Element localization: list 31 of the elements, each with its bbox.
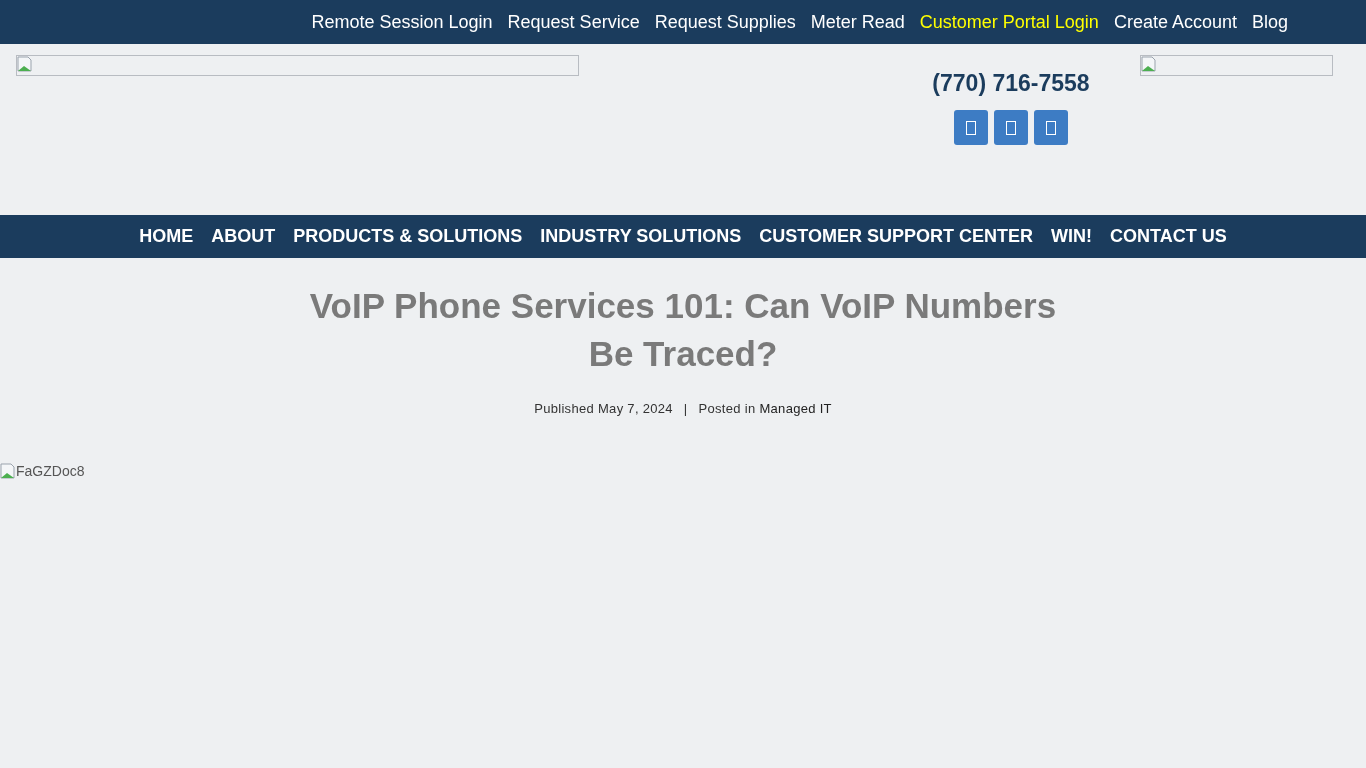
category-link[interactable]: Managed IT — [759, 401, 832, 416]
nav-link[interactable]: WIN! — [1051, 226, 1092, 247]
nav-link[interactable]: PRODUCTS & SOLUTIONS — [293, 226, 523, 247]
phone-number: (770) 716-7558 — [932, 70, 1090, 97]
publish-date: May 7, 2024 — [598, 401, 673, 416]
published-label: Published — [534, 401, 594, 416]
social-button[interactable] — [954, 110, 988, 145]
image-alt-text: FaGZDoc8 — [16, 463, 85, 479]
broken-image-icon — [0, 463, 16, 479]
top-link[interactable]: Meter Read — [810, 11, 905, 33]
social-button[interactable] — [1034, 110, 1068, 145]
top-link[interactable]: Request Supplies — [654, 11, 796, 33]
broken-image-icon — [17, 56, 33, 72]
square-icon — [966, 120, 976, 135]
article-title: VoIP Phone Services 101: Can VoIP Numbers Be Traced? — [308, 285, 1058, 375]
nav-link[interactable]: INDUSTRY SOLUTIONS — [540, 226, 742, 247]
top-link[interactable]: Blog — [1251, 11, 1288, 33]
top-link[interactable]: Customer Portal Login — [919, 11, 1099, 33]
square-icon — [1006, 120, 1016, 135]
nav-link[interactable]: HOME — [139, 226, 194, 247]
separator: | — [683, 401, 688, 416]
top-link[interactable]: Remote Session Login — [311, 11, 493, 33]
nav-link[interactable]: CUSTOMER SUPPORT CENTER — [759, 226, 1034, 247]
nav-link[interactable]: CONTACT US — [1110, 226, 1227, 247]
top-link[interactable]: Request Service — [507, 11, 640, 33]
nav-link[interactable]: ABOUT — [211, 226, 276, 247]
top-link[interactable]: Create Account — [1113, 11, 1237, 33]
posted-label: Posted in — [698, 401, 756, 416]
broken-image-icon — [1141, 56, 1157, 72]
square-icon — [1046, 120, 1056, 135]
social-button[interactable] — [994, 110, 1028, 145]
